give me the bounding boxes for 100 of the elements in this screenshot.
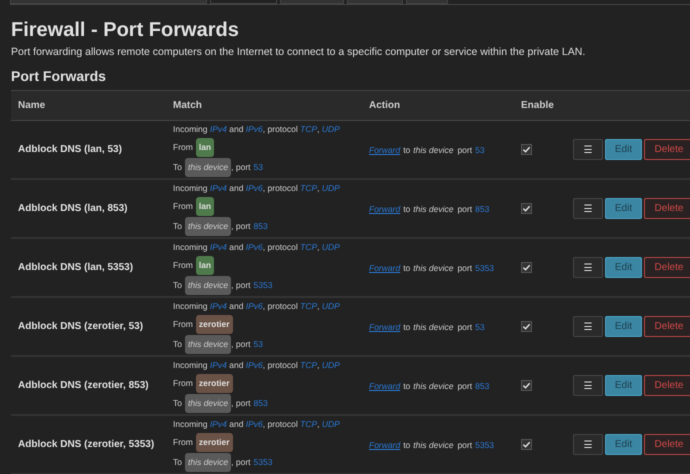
rule-name: Adblock DNS (lan, 853) xyxy=(17,203,128,214)
to-label: To xyxy=(173,397,182,410)
to-label: To xyxy=(173,220,182,233)
device-badge: this device xyxy=(184,217,232,236)
edit-button[interactable]: Edit xyxy=(605,198,642,219)
action-to-label: to xyxy=(403,204,410,214)
edit-button[interactable]: Edit xyxy=(605,139,642,160)
port-label: , port xyxy=(231,220,251,233)
action-to-label: to xyxy=(403,322,410,332)
port-value: 5353 xyxy=(254,456,272,469)
action-target: this device xyxy=(413,440,454,450)
from-label: From xyxy=(173,259,193,272)
page-title: Firewall - Port Forwards xyxy=(11,19,240,42)
match-protocols: Incoming IPv4 and IPv6, protocol TCP, UDP xyxy=(173,182,341,195)
port-label: , port xyxy=(231,279,251,292)
action-port-value: 53 xyxy=(475,322,485,332)
zone-badge: zerotier xyxy=(196,315,233,334)
delete-button[interactable]: Delete xyxy=(644,198,690,219)
forward-link[interactable]: Forward xyxy=(369,144,400,154)
menu-button[interactable]: ☰ xyxy=(573,375,603,396)
port-value: 853 xyxy=(254,397,268,410)
edit-button[interactable]: Edit xyxy=(605,257,642,278)
action-port-value: 5353 xyxy=(475,262,494,272)
menu-button[interactable]: ☰ xyxy=(573,316,603,337)
delete-button[interactable]: Delete xyxy=(644,434,690,455)
action-port-value: 53 xyxy=(475,144,485,154)
forward-link[interactable]: Forward xyxy=(369,322,400,332)
action-to-label: to xyxy=(403,144,410,154)
port-value: 853 xyxy=(254,220,268,233)
menu-button[interactable]: ☰ xyxy=(573,257,603,278)
page-description: Port forwarding allows remote computers on the Internet to connect to a specific computer or service within the private LAN. xyxy=(11,46,586,58)
zone-badge: lan xyxy=(196,256,214,275)
column-header: Enable xyxy=(521,100,555,111)
rule-name: Adblock DNS (lan, 5353) xyxy=(17,262,134,273)
match-protocols: Incoming IPv4 and IPv6, protocol TCP, UDP xyxy=(173,359,341,372)
device-badge: this device xyxy=(184,276,232,295)
action-port-value: 5353 xyxy=(475,440,494,450)
port-label: , port xyxy=(231,456,251,469)
to-label: To xyxy=(173,161,182,174)
from-label: From xyxy=(173,436,193,449)
from-label: From xyxy=(173,318,193,331)
to-label: To xyxy=(173,456,182,469)
port-label: , port xyxy=(231,397,251,410)
port-label: , port xyxy=(231,338,251,351)
enable-checkbox[interactable] xyxy=(521,144,532,155)
match-protocols: Incoming IPv4 and IPv6, protocol TCP, UDP xyxy=(173,300,341,313)
match-protocols: Incoming IPv4 and IPv6, protocol TCP, UDP xyxy=(173,123,341,136)
rule-name: Adblock DNS (zerotier, 853) xyxy=(17,380,150,391)
match-protocols: Incoming IPv4 and IPv6, protocol TCP, UDP xyxy=(173,418,341,431)
action-to-label: to xyxy=(403,440,410,450)
port-value: 53 xyxy=(254,161,263,174)
delete-button[interactable]: Delete xyxy=(644,257,690,278)
rule-name: Adblock DNS (lan, 53) xyxy=(17,144,123,155)
action-port-label: port xyxy=(457,144,472,154)
edit-button[interactable]: Edit xyxy=(605,375,642,396)
action-port-value: 853 xyxy=(475,380,490,390)
port-value: 5353 xyxy=(254,279,272,292)
device-badge: this device xyxy=(184,158,232,177)
to-label: To xyxy=(173,338,182,351)
action-target: this device xyxy=(413,204,454,214)
port-value: 53 xyxy=(254,338,263,351)
device-badge: this device xyxy=(184,394,232,413)
menu-button[interactable]: ☰ xyxy=(573,198,603,219)
column-header: Action xyxy=(369,100,402,111)
enable-checkbox[interactable] xyxy=(521,380,532,391)
delete-button[interactable]: Delete xyxy=(644,316,690,337)
action-target: this device xyxy=(413,144,454,154)
zone-badge: lan xyxy=(196,138,214,157)
enable-checkbox[interactable] xyxy=(521,262,532,273)
menu-button[interactable]: ☰ xyxy=(573,434,603,455)
action-to-label: to xyxy=(403,380,410,390)
column-header: Name xyxy=(17,100,46,111)
action-target: this device xyxy=(413,322,454,332)
edit-button[interactable]: Edit xyxy=(605,316,642,337)
from-label: From xyxy=(173,200,193,213)
delete-button[interactable]: Delete xyxy=(644,139,690,160)
forward-link[interactable]: Forward xyxy=(369,380,400,390)
device-badge: this device xyxy=(184,453,232,472)
to-label: To xyxy=(173,279,182,292)
action-to-label: to xyxy=(403,262,410,272)
delete-button[interactable]: Delete xyxy=(644,375,690,396)
forward-link[interactable]: Forward xyxy=(369,440,400,450)
action-port-label: port xyxy=(457,204,472,214)
enable-checkbox[interactable] xyxy=(521,203,532,214)
port-label: , port xyxy=(231,161,251,174)
action-port-label: port xyxy=(457,262,472,272)
enable-checkbox[interactable] xyxy=(521,439,532,450)
zone-badge: zerotier xyxy=(196,433,233,452)
from-label: From xyxy=(173,377,193,390)
forward-link[interactable]: Forward xyxy=(369,262,400,272)
menu-button[interactable]: ☰ xyxy=(573,139,603,160)
rule-name: Adblock DNS (zerotier, 5353) xyxy=(17,439,156,450)
edit-button[interactable]: Edit xyxy=(605,434,642,455)
enable-checkbox[interactable] xyxy=(521,321,532,332)
forward-link[interactable]: Forward xyxy=(369,204,400,214)
zone-badge: lan xyxy=(196,197,214,216)
section-title: Port Forwards xyxy=(11,68,107,84)
match-protocols: Incoming IPv4 and IPv6, protocol TCP, UDP xyxy=(173,241,341,254)
rule-name: Adblock DNS (zerotier, 53) xyxy=(17,321,144,332)
device-badge: this device xyxy=(184,335,232,354)
